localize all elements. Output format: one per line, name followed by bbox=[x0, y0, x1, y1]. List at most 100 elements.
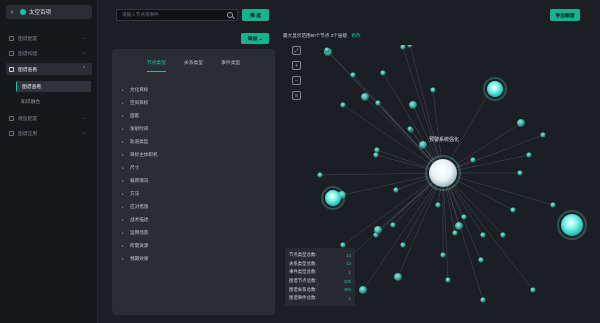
graph-node[interactable] bbox=[419, 141, 427, 149]
graph-node[interactable] bbox=[340, 102, 346, 108]
tree-item[interactable]: ▸ 轨道类型 bbox=[122, 135, 158, 148]
graph-node[interactable] bbox=[409, 101, 417, 109]
tree-item[interactable]: ▸ 发射时间 bbox=[122, 122, 158, 135]
tree-item-label: 预期效果 bbox=[130, 255, 149, 261]
graph-node[interactable] bbox=[407, 45, 413, 48]
graph-node[interactable] bbox=[374, 226, 382, 234]
tree-item[interactable]: ▸ 应对措施 bbox=[122, 200, 158, 213]
tree-item[interactable]: ▸ 尺寸 bbox=[122, 161, 158, 174]
edit-link[interactable]: 修改 bbox=[351, 33, 360, 38]
center-node[interactable] bbox=[429, 159, 457, 187]
tree-item[interactable]: ▸ 国家 bbox=[122, 109, 158, 122]
caret-right-icon: ▸ bbox=[122, 230, 124, 235]
graph-node[interactable] bbox=[478, 257, 484, 263]
chevron-down-icon: ⌄ bbox=[81, 115, 86, 121]
tree-item-label: 目标主体职机 bbox=[130, 151, 158, 157]
export-graph-button[interactable]: 导出图谱 bbox=[550, 9, 580, 21]
graph-node[interactable] bbox=[550, 202, 556, 208]
tree-item[interactable]: ▸ 文化目标 bbox=[122, 83, 158, 96]
graph-node[interactable] bbox=[440, 252, 446, 258]
app-header[interactable]: ‹ 太空百项 bbox=[6, 5, 92, 19]
stat-value: 425 bbox=[343, 278, 351, 284]
tab-relation-types[interactable]: 关系类型 bbox=[184, 59, 203, 69]
tree-item[interactable]: ▸ 载荷情况 bbox=[122, 174, 158, 187]
chevron-left-icon[interactable]: ‹ bbox=[6, 9, 18, 16]
stat-row: 图谱节点总数: 425 bbox=[289, 277, 351, 286]
graph-node[interactable] bbox=[480, 297, 486, 303]
sidebar-subitem-knowledge-fusion[interactable]: 知识融合 bbox=[16, 96, 91, 107]
sidebar-item-model-config[interactable]: 模型配置 ⌄ bbox=[6, 112, 92, 124]
stat-label: 图谱节点总数: bbox=[289, 278, 317, 284]
graph-node[interactable] bbox=[452, 230, 458, 236]
chevron-down-icon: ⌄ bbox=[81, 35, 86, 41]
sidebar-item-graph-apps[interactable]: 图谱应用 ⌄ bbox=[6, 127, 92, 139]
filter-button[interactable]: 筛 选 bbox=[242, 9, 269, 21]
graph-node[interactable] bbox=[393, 187, 399, 193]
caret-right-icon: ▸ bbox=[122, 87, 124, 92]
graph-node[interactable] bbox=[400, 242, 406, 248]
graph-node[interactable] bbox=[461, 214, 467, 220]
tree-item-label: 运用场景 bbox=[130, 229, 149, 235]
graph-node[interactable] bbox=[361, 93, 369, 101]
graph-node[interactable] bbox=[394, 273, 402, 281]
stat-row: 节点类型总数: 14 bbox=[289, 251, 351, 260]
graph-node[interactable] bbox=[350, 72, 356, 78]
graph-node[interactable] bbox=[375, 100, 381, 106]
graph-node[interactable] bbox=[530, 287, 536, 293]
tree-item[interactable]: ▸ 预期效果 bbox=[122, 252, 158, 265]
add-button[interactable]: 添加 ⌄ bbox=[241, 33, 269, 44]
tree-item[interactable]: ▸ 方法 bbox=[122, 187, 158, 200]
graph-node[interactable] bbox=[390, 222, 396, 228]
graph-node[interactable] bbox=[500, 232, 506, 238]
tab-node-types[interactable]: 节点类型 bbox=[146, 59, 167, 72]
graph-node[interactable] bbox=[407, 126, 413, 132]
graph-node[interactable] bbox=[435, 202, 441, 208]
zoom-out-icon[interactable]: − bbox=[292, 76, 301, 85]
highlight-node[interactable] bbox=[487, 81, 503, 97]
graph-node[interactable] bbox=[455, 222, 463, 230]
graph-node[interactable] bbox=[480, 232, 486, 238]
graph-node[interactable] bbox=[517, 119, 525, 127]
graph-node[interactable] bbox=[340, 242, 346, 248]
sidebar-item-graph-build[interactable]: 图谱构建 ⌄ bbox=[6, 47, 92, 59]
graph-node[interactable] bbox=[430, 87, 436, 93]
graph-node[interactable] bbox=[510, 207, 516, 213]
search-placeholder: 请输入节点或事件 bbox=[122, 12, 159, 17]
tree-item-label: 轨道类型 bbox=[130, 138, 149, 144]
search-input[interactable]: 请输入节点或事件 bbox=[116, 9, 238, 21]
highlight-node[interactable] bbox=[561, 214, 583, 236]
tree-item[interactable]: ▸ 战术描述 bbox=[122, 213, 158, 226]
graph-node[interactable] bbox=[317, 172, 323, 178]
graph-node[interactable] bbox=[380, 70, 386, 76]
tree-item[interactable]: ▸ 所需资源 bbox=[122, 239, 158, 252]
graph-node[interactable] bbox=[373, 152, 379, 158]
fit-icon[interactable]: ⤢ bbox=[292, 46, 301, 55]
graph-node[interactable] bbox=[470, 157, 476, 163]
tree-item-label: 空间目标 bbox=[130, 99, 149, 105]
tree-item[interactable]: ▸ 运用场景 bbox=[122, 226, 158, 239]
tree-item[interactable]: ▸ 空间目标 bbox=[122, 96, 158, 109]
sidebar-item-graph-view[interactable]: 图谱查看 ⌃ bbox=[6, 63, 92, 75]
stat-value: 494 bbox=[343, 287, 351, 293]
stat-value: 12 bbox=[346, 261, 351, 267]
tree-item-label: 所需资源 bbox=[130, 242, 149, 248]
highlight-node[interactable] bbox=[325, 190, 341, 206]
sidebar-subitem-graph-view[interactable]: 图谱查看 bbox=[16, 81, 91, 92]
graph-node[interactable] bbox=[374, 147, 380, 153]
graph-node[interactable] bbox=[540, 132, 546, 138]
caret-right-icon: ▸ bbox=[122, 126, 124, 131]
search-icon[interactable] bbox=[227, 12, 233, 18]
zoom-toolbar: ⤢ + − ≡ bbox=[292, 46, 302, 106]
graph-node[interactable] bbox=[324, 47, 330, 53]
sidebar-item-graph-config[interactable]: 图谱配置 ⌄ bbox=[6, 32, 92, 44]
graph-node[interactable] bbox=[526, 152, 532, 158]
graph-node[interactable] bbox=[400, 45, 406, 50]
layers-icon[interactable]: ≡ bbox=[292, 91, 301, 100]
graph-node[interactable] bbox=[517, 170, 523, 176]
tree-item[interactable]: ▸ 目标主体职机 bbox=[122, 148, 158, 161]
tab-event-types[interactable]: 事件类型 bbox=[221, 59, 240, 69]
graph-node[interactable] bbox=[359, 286, 367, 294]
zoom-in-icon[interactable]: + bbox=[292, 61, 301, 70]
stat-value: 14 bbox=[346, 252, 351, 258]
graph-node[interactable] bbox=[445, 277, 451, 283]
